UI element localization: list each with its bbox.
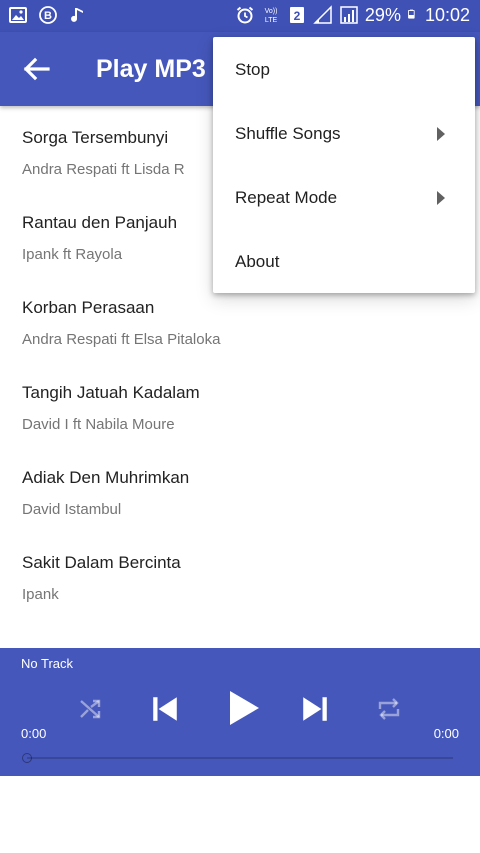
status-bar: B Vo)) LTE 2 29% 10:02 <box>0 0 480 32</box>
submenu-arrow-icon <box>437 127 445 141</box>
shuffle-icon[interactable] <box>77 695 105 723</box>
gallery-icon <box>9 7 27 23</box>
battery-icon <box>407 9 415 19</box>
track-label: No Track <box>21 656 74 671</box>
svg-text:LTE: LTE <box>265 17 278 24</box>
battery-percent: 29% <box>364 5 401 25</box>
song-title: Korban Perasaan <box>22 298 155 317</box>
song-artist: David I ft Nabila Moure <box>22 416 175 433</box>
song-item[interactable]: Tangih Jatuah Kadalam David I ft Nabila … <box>0 361 480 446</box>
page-title: Play MP3 <box>96 55 206 83</box>
song-title: Rantau den Panjauh <box>22 213 178 232</box>
volte-icon: Vo)) LTE <box>265 8 278 24</box>
song-artist: Andra Respati ft Lisda R <box>22 161 185 178</box>
seek-thumb[interactable] <box>22 753 32 763</box>
song-artist: Ipank ft Rayola <box>22 246 123 263</box>
menu-item-about[interactable]: About <box>213 230 475 294</box>
repeat-icon[interactable] <box>375 695 403 723</box>
seek-bar[interactable] <box>27 757 453 759</box>
menu-item-label: Shuffle Songs <box>235 124 341 143</box>
arrow-back-icon[interactable] <box>20 52 54 86</box>
svg-text:B: B <box>44 10 52 22</box>
song-item[interactable]: Adiak Den Muhrimkan David Istambul <box>0 446 480 531</box>
sim-2-icon: 2 <box>289 7 304 23</box>
alarm-icon <box>236 6 254 24</box>
status-left-icons: B <box>8 5 88 25</box>
song-title: Sorga Tersembunyi <box>22 128 169 147</box>
signal-icon <box>313 5 332 24</box>
status-right-icons: Vo)) LTE 2 29% 10:02 <box>235 4 470 26</box>
song-item[interactable]: Sakit Dalam Bercinta Ipank <box>0 531 480 616</box>
music-note-icon <box>71 8 83 22</box>
duration-time: 0:00 <box>433 726 459 741</box>
player-panel: No Track 0:00 0:00 <box>0 648 480 776</box>
play-icon[interactable] <box>223 688 263 728</box>
signal-2-icon <box>340 6 358 24</box>
bottom-area <box>0 776 480 853</box>
menu-item-stop[interactable]: Stop <box>213 38 475 102</box>
clock: 10:02 <box>424 5 470 25</box>
song-title: Tangih Jatuah Kadalam <box>22 383 200 402</box>
menu-item-label: About <box>235 252 280 271</box>
song-title: Sakit Dalam Bercinta <box>22 553 181 572</box>
previous-icon[interactable] <box>150 694 180 724</box>
menu-item-label: Repeat Mode <box>235 188 338 207</box>
overflow-menu: Stop Shuffle Songs Repeat Mode About <box>213 37 475 293</box>
submenu-arrow-icon <box>437 191 445 205</box>
song-title: Adiak Den Muhrimkan <box>22 468 190 487</box>
menu-item-shuffle-songs[interactable]: Shuffle Songs <box>213 102 475 166</box>
bbm-icon: B <box>39 6 57 24</box>
svg-text:2: 2 <box>294 9 301 23</box>
svg-text:Vo)): Vo)) <box>265 8 278 15</box>
elapsed-time: 0:00 <box>21 726 47 741</box>
song-artist: Andra Respati ft Elsa Pitaloka <box>22 331 221 348</box>
menu-item-label: Stop <box>235 60 270 79</box>
menu-item-repeat-mode[interactable]: Repeat Mode <box>213 166 475 230</box>
next-icon[interactable] <box>300 694 330 724</box>
song-artist: David Istambul <box>22 501 122 518</box>
song-artist: Ipank <box>22 586 59 603</box>
